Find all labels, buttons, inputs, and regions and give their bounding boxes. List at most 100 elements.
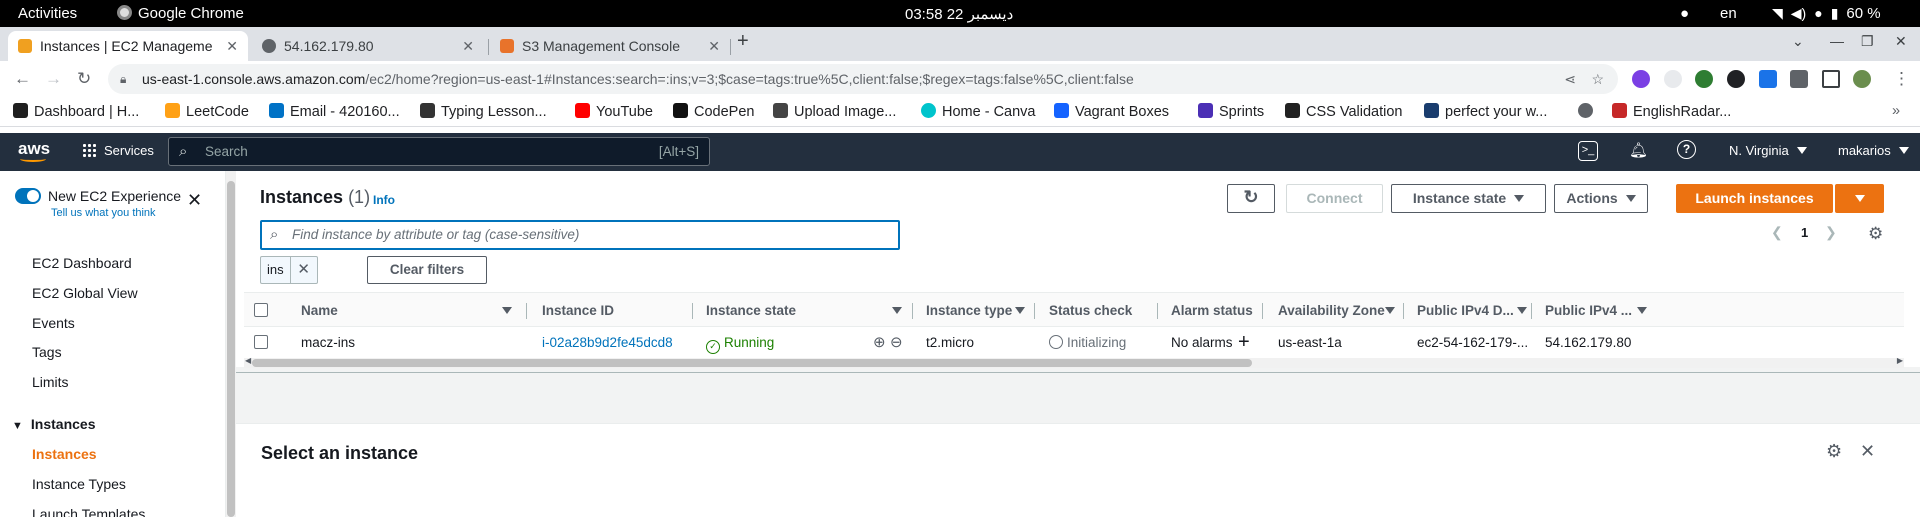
table-row[interactable]: macz-ins i-02a28b9d2fe45dcd8 ✓ Running ⊕ …: [244, 327, 1904, 358]
bookmark-item[interactable]: Vagrant Boxes: [1054, 103, 1169, 120]
column-resizer[interactable]: [912, 303, 913, 319]
column-header-public-dns[interactable]: Public IPv4 D...: [1417, 293, 1514, 328]
column-header-instance-type[interactable]: Instance type: [926, 293, 1012, 328]
sidebar-item-limits[interactable]: Limits: [32, 374, 69, 390]
sort-caret[interactable]: [502, 293, 512, 328]
more-bookmarks-icon[interactable]: »: [1892, 103, 1900, 119]
current-page[interactable]: 1: [1801, 225, 1808, 240]
tab-ip-address[interactable]: 54.162.179.80 ✕: [252, 31, 484, 61]
column-header-name[interactable]: Name: [301, 293, 338, 328]
aws-search-input[interactable]: ⌕ Search [Alt+S]: [168, 137, 710, 166]
system-status[interactable]: ◥ ◀) ● ▮ 60 %: [1772, 5, 1881, 22]
instance-filter-input[interactable]: ⌕ Find instance by attribute or tag (cas…: [260, 220, 900, 250]
help-icon[interactable]: ?: [1677, 140, 1696, 159]
close-tab-icon[interactable]: ✕: [708, 31, 720, 61]
column-header-availability-zone[interactable]: Availability Zone: [1278, 293, 1385, 328]
side-panel-icon[interactable]: [1822, 70, 1840, 88]
extension-icon[interactable]: [1727, 70, 1745, 88]
minimize-icon[interactable]: —: [1830, 33, 1844, 49]
column-resizer[interactable]: [1403, 303, 1404, 319]
launch-instances-button[interactable]: Launch instances: [1676, 184, 1833, 213]
bookmark-item[interactable]: Sprints: [1198, 103, 1264, 120]
scrollbar-thumb[interactable]: [252, 359, 1252, 367]
keyboard-language[interactable]: en: [1720, 5, 1737, 22]
activities-button[interactable]: Activities: [18, 5, 77, 22]
sidebar-scrollbar[interactable]: [226, 171, 236, 517]
region-selector[interactable]: N. Virginia: [1729, 143, 1807, 158]
profile-avatar[interactable]: [1853, 70, 1871, 88]
bookmark-item[interactable]: perfect your w...: [1424, 103, 1547, 120]
extension-icon[interactable]: [1632, 70, 1650, 88]
connect-button[interactable]: Connect: [1286, 184, 1383, 213]
close-tab-icon[interactable]: ✕: [226, 31, 238, 61]
select-all-checkbox[interactable]: [254, 303, 268, 317]
tab-search-icon[interactable]: ⌄: [1792, 33, 1804, 50]
previous-page-icon[interactable]: ❮: [1771, 224, 1783, 241]
bookmark-item[interactable]: Typing Lesson...: [420, 103, 547, 120]
detail-settings-gear-icon[interactable]: ⚙︎: [1826, 441, 1842, 462]
sidebar-item-launch-templates[interactable]: Launch Templates: [32, 506, 145, 517]
chrome-menu-icon[interactable]: ⋮: [1893, 69, 1910, 89]
share-icon[interactable]: ⋖: [1564, 64, 1576, 94]
sort-caret[interactable]: [1517, 293, 1527, 328]
aws-logo[interactable]: aws: [18, 139, 50, 162]
tab-s3-console[interactable]: S3 Management Console ✕: [490, 31, 730, 61]
column-resizer[interactable]: [1262, 303, 1263, 319]
sidebar-item-tags[interactable]: Tags: [32, 344, 62, 360]
preferences-gear-icon[interactable]: ⚙︎: [1868, 224, 1883, 244]
bookmark-item[interactable]: Upload Image...: [773, 103, 896, 120]
sort-caret[interactable]: [1015, 293, 1025, 328]
services-menu[interactable]: Services: [82, 143, 154, 158]
zoom-in-icon[interactable]: ⊕: [873, 327, 886, 358]
refresh-button[interactable]: ↻: [1227, 184, 1275, 213]
add-alarm-icon[interactable]: +: [1238, 327, 1250, 358]
column-resizer[interactable]: [1034, 303, 1035, 319]
restore-icon[interactable]: ❐: [1861, 33, 1874, 50]
close-window-icon[interactable]: ✕: [1895, 33, 1907, 50]
bookmark-item[interactable]: EnglishRadar...: [1612, 103, 1731, 120]
sidebar-item-instance-types[interactable]: Instance Types: [32, 476, 126, 492]
extensions-puzzle-icon[interactable]: [1790, 70, 1808, 88]
table-horizontal-scrollbar[interactable]: ◀ ▶: [244, 356, 1904, 368]
column-header-instance-id[interactable]: Instance ID: [542, 293, 614, 328]
launch-options-button[interactable]: [1835, 184, 1884, 213]
sidebar-item-events[interactable]: Events: [32, 315, 75, 331]
remove-filter-icon[interactable]: ✕: [291, 257, 317, 283]
scroll-right-icon[interactable]: ▶: [1897, 356, 1903, 365]
bookmark-item[interactable]: CodePen: [673, 103, 754, 120]
notifications-bell-icon[interactable]: 🔔︎: [1629, 141, 1648, 159]
tab-ec2-instances[interactable]: Instances | EC2 Manageme ✕: [8, 31, 248, 61]
close-sidebar-icon[interactable]: ✕: [187, 190, 202, 211]
bookmark-item[interactable]: [1578, 103, 1599, 120]
column-resizer[interactable]: [692, 303, 693, 319]
sidebar-section-instances[interactable]: ▼ Instances: [12, 416, 95, 432]
back-icon[interactable]: ←: [14, 69, 31, 89]
clear-filters-button[interactable]: Clear filters: [367, 256, 487, 284]
scrollbar-thumb[interactable]: [227, 181, 235, 517]
actions-button[interactable]: Actions: [1554, 184, 1648, 213]
app-indicator-icon[interactable]: ●: [1680, 5, 1689, 22]
instance-id-link[interactable]: i-02a28b9d2fe45dcd8: [542, 327, 673, 358]
info-link[interactable]: Info: [373, 193, 395, 207]
bookmark-item[interactable]: Home - Canva: [921, 103, 1035, 120]
system-clock[interactable]: 03:58 22 ديسمبر: [905, 5, 1013, 23]
account-menu[interactable]: makarios: [1838, 143, 1909, 158]
app-menu[interactable]: Google Chrome: [117, 5, 244, 22]
column-header-alarm-status[interactable]: Alarm status: [1171, 293, 1253, 328]
feedback-link[interactable]: Tell us what you think: [51, 207, 156, 219]
sidebar-item-instances[interactable]: Instances: [32, 446, 97, 462]
sidebar-item-ec2-global-view[interactable]: EC2 Global View: [32, 285, 138, 301]
column-resizer[interactable]: [1157, 303, 1158, 319]
close-tab-icon[interactable]: ✕: [462, 31, 474, 61]
bookmark-item[interactable]: Email - 420160...: [269, 103, 400, 120]
translate-extension-icon[interactable]: [1759, 70, 1777, 88]
sidebar-item-ec2-dashboard[interactable]: EC2 Dashboard: [32, 255, 132, 271]
bookmark-item[interactable]: CSS Validation: [1285, 103, 1402, 120]
zoom-out-icon[interactable]: ⊖: [890, 327, 903, 358]
column-header-status-check[interactable]: Status check: [1049, 293, 1132, 328]
forward-icon[interactable]: →: [45, 69, 62, 89]
new-experience-toggle[interactable]: [15, 188, 41, 204]
grammarly-extension-icon[interactable]: [1695, 70, 1713, 88]
close-detail-icon[interactable]: ✕: [1860, 441, 1875, 462]
column-resizer[interactable]: [526, 303, 527, 319]
